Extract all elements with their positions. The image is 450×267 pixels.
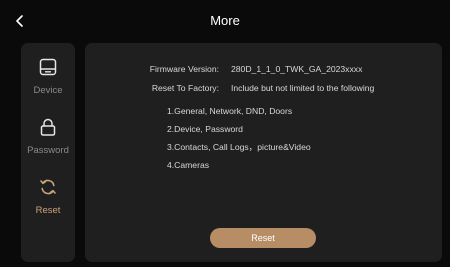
reset-icon <box>38 177 58 197</box>
header: More <box>0 0 450 40</box>
firmware-value: 280D_1_1_0_TWK_GA_2023xxxx <box>231 64 363 74</box>
sidebar-item-label: Reset <box>35 205 61 216</box>
reset-panel: Firmware Version: 280D_1_1_0_TWK_GA_2023… <box>85 43 442 262</box>
sidebar-item-label: Password <box>27 145 69 156</box>
reset-factory-label: Reset To Factory: <box>151 83 219 93</box>
list-item: 1.General, Network, DND, Doors <box>167 106 293 116</box>
settings-screen: More Device Password Reset Firmware Vers… <box>0 0 450 267</box>
reset-items-list: 1.General, Network, DND, Doors 2.Device,… <box>167 102 427 174</box>
reset-factory-row: Reset To Factory: Include but not limite… <box>85 81 442 95</box>
sidebar-item-label: Device <box>33 85 63 96</box>
sidebar-item-device[interactable]: Device <box>21 51 75 103</box>
list-item: 4.Cameras <box>167 160 210 170</box>
firmware-row: Firmware Version: 280D_1_1_0_TWK_GA_2023… <box>85 62 442 76</box>
reset-factory-value: Include but not limited to the following <box>231 83 375 93</box>
lock-icon <box>38 117 58 137</box>
device-icon <box>38 57 58 77</box>
sidebar-item-password[interactable]: Password <box>21 111 75 163</box>
reset-button[interactable]: Reset <box>210 228 316 248</box>
list-item: 2.Device, Password <box>167 124 243 134</box>
sidebar-item-reset[interactable]: Reset <box>21 171 75 223</box>
page-title: More <box>210 13 240 28</box>
firmware-label: Firmware Version: <box>149 64 219 74</box>
list-item: 3.Contacts, Call Logs，picture&Video <box>167 142 311 152</box>
sidebar: Device Password Reset <box>21 43 75 262</box>
